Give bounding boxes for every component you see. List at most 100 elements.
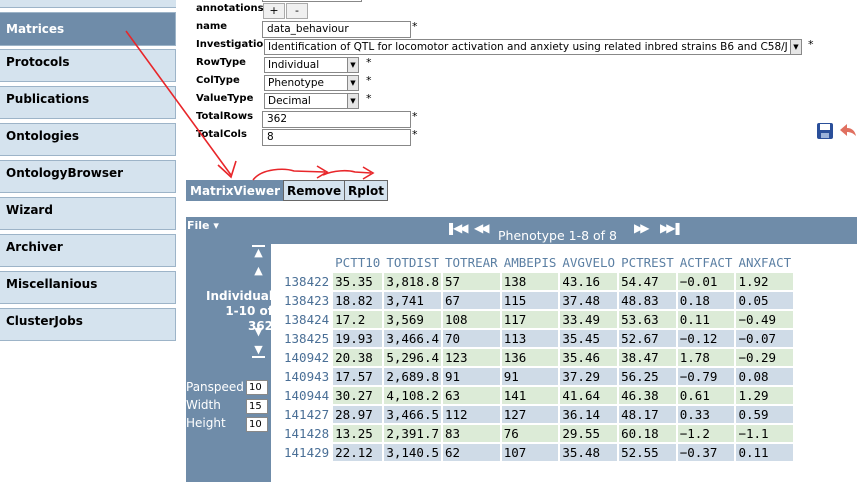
table-cell: 123	[443, 349, 500, 366]
table-cell: 91	[501, 368, 559, 385]
column-header[interactable]: AVGVELO	[560, 254, 617, 271]
table-cell: 33.49	[560, 311, 618, 328]
totalcols-label: TotalCols	[196, 129, 247, 140]
width-input[interactable]: 15	[246, 399, 268, 414]
tab-matrixviewer[interactable]: MatrixViewer	[186, 180, 285, 201]
table-cell: 70	[443, 330, 500, 347]
column-header[interactable]: PCTREST	[619, 254, 676, 271]
sidebar-item-wizard[interactable]: Wizard	[0, 197, 176, 230]
tab-rplot[interactable]: Rplot	[344, 180, 388, 201]
row-header[interactable]: 138422	[282, 273, 332, 290]
column-header[interactable]: ACTFACT	[678, 254, 735, 271]
first-rows-icon[interactable]: ▲	[252, 245, 265, 259]
table-cell: 67	[443, 292, 500, 309]
sidebar-item-publications[interactable]: Publications	[0, 86, 176, 119]
table-cell: −0.07	[736, 330, 794, 347]
sidebar-top-item[interactable]	[0, 0, 176, 8]
column-header[interactable]: ANXFACT	[736, 254, 793, 271]
column-page-title: Phenotype 1-8 of 8	[498, 228, 617, 243]
table-cell: −0.12	[677, 330, 735, 347]
investigation-label: Investigation	[196, 39, 271, 50]
table-cell: 46.38	[619, 387, 676, 404]
table-cell: 30.27	[333, 387, 383, 404]
save-icon[interactable]	[816, 122, 834, 140]
table-cell: 54.47	[619, 273, 676, 290]
chevron-down-icon: ▼	[347, 58, 358, 72]
sidebar-item-ontologies[interactable]: Ontologies	[0, 123, 176, 156]
remove-annotation-button[interactable]: -	[286, 3, 308, 19]
undo-icon[interactable]	[838, 122, 857, 140]
required-mark: *	[808, 38, 814, 51]
last-rows-icon[interactable]: ▼	[252, 344, 265, 358]
file-menu[interactable]: File ▾	[187, 219, 219, 232]
table-cell: 117	[501, 311, 559, 328]
table-cell: 57	[443, 273, 500, 290]
table-cell: 2,689.8	[384, 368, 441, 385]
table-row: 138424 17.2 3,569 108 117 33.49 53.63 0.11 −0.49	[282, 311, 794, 328]
table-row: 141427 28.97 3,466.5 112 127 36.14 48.17 0.33 0.…	[282, 406, 794, 423]
table-row: 141429 22.12 3,140.5 62 107 35.48 52.55 −0.37 0.…	[282, 444, 794, 461]
row-header[interactable]: 141429	[282, 444, 332, 461]
row-header[interactable]: 138423	[282, 292, 332, 309]
row-header[interactable]: 138424	[282, 311, 332, 328]
table-cell: 63	[443, 387, 500, 404]
previous-page-icon[interactable]: ◀◀	[474, 221, 490, 235]
column-header[interactable]: TOTDIST	[384, 254, 441, 271]
table-cell: 35.46	[560, 349, 618, 366]
sidebar-item-protocols[interactable]: Protocols	[0, 49, 176, 82]
table-cell: 1.78	[677, 349, 735, 366]
required-mark: *	[366, 74, 372, 87]
table-cell: −0.01	[677, 273, 735, 290]
table-cell: 0.05	[736, 292, 794, 309]
add-annotation-button[interactable]: +	[263, 3, 285, 19]
row-header[interactable]: 140943	[282, 368, 332, 385]
row-header[interactable]: 138425	[282, 330, 332, 347]
first-page-icon[interactable]: ❚◀◀	[446, 221, 468, 235]
table-cell: 37.48	[560, 292, 618, 309]
table-cell: 138	[501, 273, 559, 290]
top-partial-input[interactable]	[262, 0, 362, 2]
row-type-label: Individual	[206, 289, 273, 303]
totalrows-input[interactable]: 362	[262, 111, 411, 128]
row-range-label: 1-10 of 362	[225, 304, 273, 333]
sidebar-item-matrices[interactable]: Matrices	[0, 12, 176, 46]
last-page-icon[interactable]: ▶▶❚	[660, 221, 682, 235]
sidebar-item-label: Publications	[6, 92, 90, 106]
column-header[interactable]: AMBEPIS	[502, 254, 559, 271]
tab-remove[interactable]: Remove	[283, 180, 346, 201]
sidebar-item-ontologybrowser[interactable]: OntologyBrowser	[0, 160, 176, 193]
row-header[interactable]: 141428	[282, 425, 332, 442]
next-page-icon[interactable]: ▶▶	[634, 221, 650, 235]
name-input[interactable]: data_behaviour	[262, 21, 411, 38]
rowtype-select[interactable]: Individual ▼	[264, 57, 359, 73]
table-cell: 29.55	[560, 425, 618, 442]
table-cell: 43.16	[560, 273, 618, 290]
height-input[interactable]: 10	[246, 417, 268, 432]
arrow-head	[217, 160, 237, 179]
table-cell: 56.25	[619, 368, 676, 385]
totalcols-input[interactable]: 8	[262, 129, 411, 146]
column-header[interactable]: TOTREAR	[443, 254, 500, 271]
panspeed-input[interactable]: 10	[246, 380, 268, 395]
table-cell: 38.47	[619, 349, 676, 366]
valuetype-select[interactable]: Decimal ▼	[264, 93, 359, 109]
name-label: name	[196, 21, 228, 32]
sidebar-item-clusterjobs[interactable]: ClusterJobs	[0, 308, 176, 341]
table-cell: 108	[443, 311, 500, 328]
row-header[interactable]: 141427	[282, 406, 332, 423]
sidebar-item-miscellanious[interactable]: Miscellanious	[0, 271, 176, 304]
investigation-select[interactable]: Identification of QTL for locomotor acti…	[264, 39, 802, 55]
row-header[interactable]: 140944	[282, 387, 332, 404]
table-cell: 35.45	[560, 330, 618, 347]
table-row: 140943 17.57 2,689.8 91 91 37.29 56.25 −0.79 0.0…	[282, 368, 794, 385]
previous-rows-icon[interactable]: ▲	[252, 265, 265, 279]
sidebar-item-archiver[interactable]: Archiver	[0, 234, 176, 267]
sidebar-item-label: Archiver	[6, 240, 63, 254]
row-header[interactable]: 140942	[282, 349, 332, 366]
table-cell: 0.11	[677, 311, 735, 328]
chevron-down-icon: ▼	[347, 76, 358, 90]
table-cell: 107	[501, 444, 559, 461]
column-header[interactable]: PCTT10	[333, 254, 382, 271]
coltype-select[interactable]: Phenotype ▼	[264, 75, 359, 91]
next-rows-icon[interactable]: ▼	[252, 326, 265, 340]
